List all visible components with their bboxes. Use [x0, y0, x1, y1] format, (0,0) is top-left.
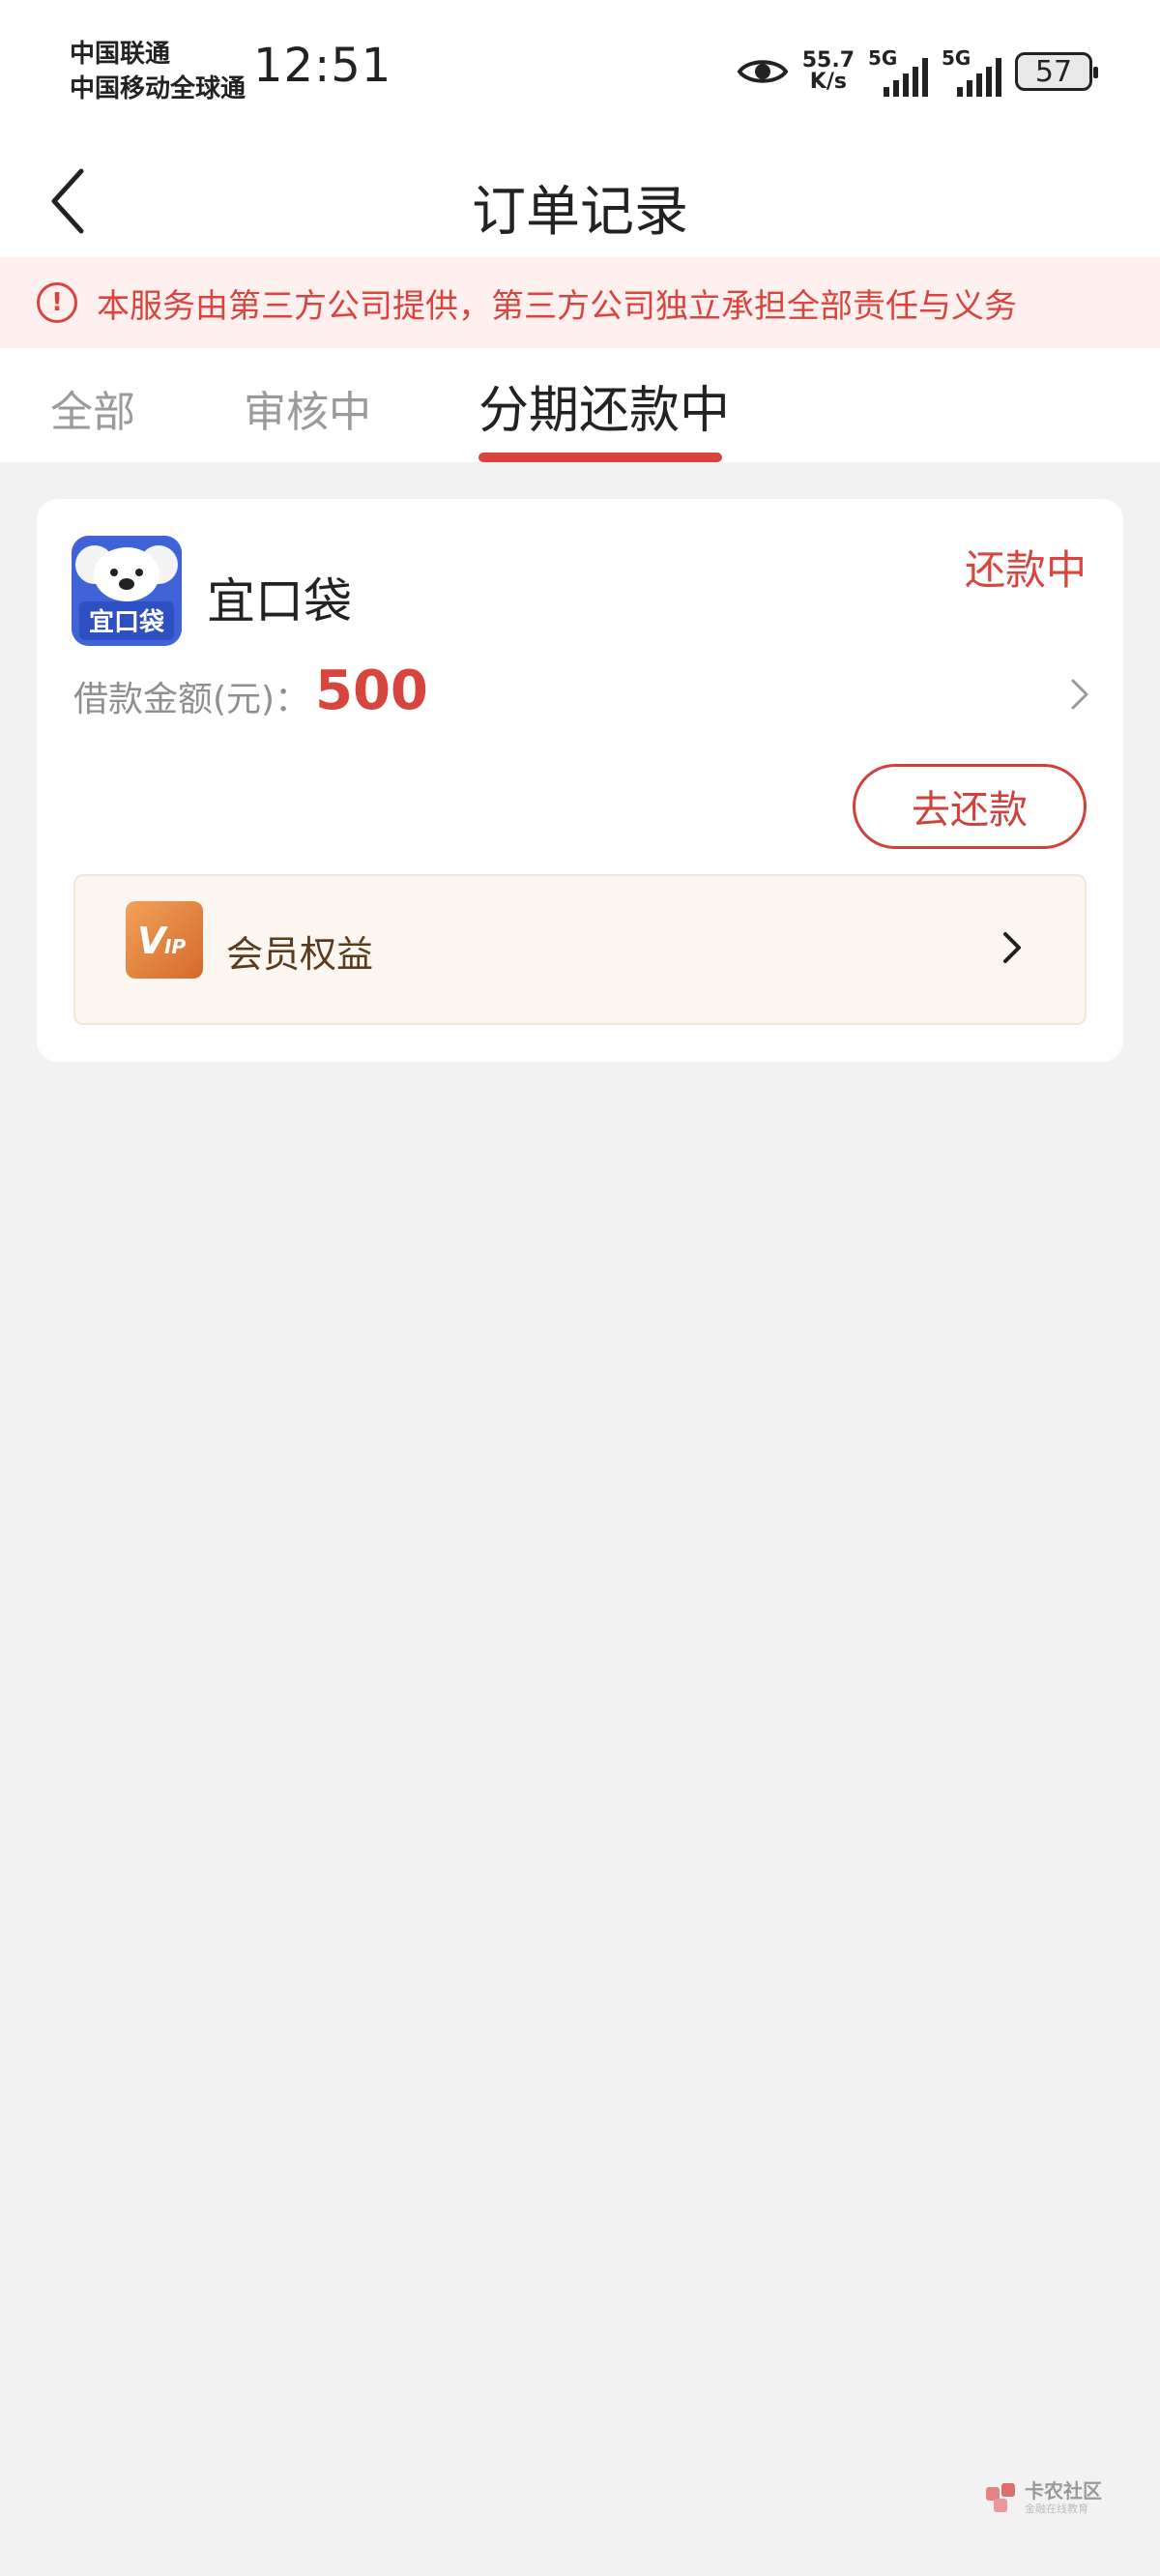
disclaimer-text: 本服务由第三方公司提供，第三方公司独立承担全部责任与义务	[97, 286, 1017, 326]
disclaimer-banner: ! 本服务由第三方公司提供，第三方公司独立承担全部责任与义务	[0, 257, 1160, 348]
watermark: 卡农社区 金融在线教育	[984, 2481, 1102, 2516]
carrier-2: 中国移动全球通	[70, 74, 246, 103]
logo-text: 宜口袋	[89, 607, 165, 637]
app-header: 订单记录	[0, 145, 1160, 257]
order-status: 还款中	[964, 546, 1087, 594]
battery-level: 57	[1034, 54, 1073, 89]
watermark-text: 卡农社区	[1025, 2479, 1102, 2503]
koala-logo-icon: 宜口袋	[72, 536, 182, 646]
page-title: 订单记录	[472, 181, 688, 244]
signal-bars-icon	[957, 58, 1001, 97]
eye-icon	[737, 60, 789, 83]
tab-under-review[interactable]: 审核中	[244, 377, 371, 439]
signal-bars-icon	[884, 58, 928, 97]
speed-unit: K/s	[809, 70, 847, 94]
network-speed: 55.7 K/s	[802, 50, 855, 93]
signal-2: 5G	[942, 46, 1001, 97]
tab-all[interactable]: 全部	[50, 377, 135, 439]
status-time: 12:51	[253, 39, 392, 93]
active-tab-indicator	[478, 453, 722, 462]
chevron-right-icon	[1003, 932, 1021, 963]
watermark-logo-icon	[986, 2483, 1015, 2512]
carrier-1: 中国联通	[70, 40, 171, 69]
svg-text:IP: IP	[164, 935, 186, 958]
watermark-subtext: 金融在线教育	[1025, 2503, 1088, 2515]
member-benefits-row[interactable]: V IP 会员权益	[73, 874, 1087, 1025]
speed-value: 55.7	[801, 48, 855, 73]
loan-amount-label: 借款金额(元)：	[73, 680, 310, 719]
battery-icon: 57	[1015, 52, 1098, 91]
repay-button[interactable]: 去还款	[853, 764, 1087, 849]
order-tabs: 全部 审核中 分期还款中	[0, 348, 1160, 462]
tab-installment-repaying[interactable]: 分期还款中	[478, 369, 730, 442]
carrier-info: 中国联通 中国移动全球通	[70, 37, 246, 106]
loan-amount-value: 500	[315, 659, 428, 722]
signal-1: 5G	[868, 46, 928, 97]
alert-icon: !	[37, 282, 77, 323]
lender-name: 宜口袋	[207, 573, 352, 629]
status-bar: 中国联通 中国移动全球通 12:51 55.7 K/s 5G 5G 57	[0, 0, 1160, 145]
status-indicators: 55.7 K/s 5G 5G 57	[737, 43, 1098, 101]
vip-icon: V IP	[126, 901, 203, 979]
chevron-right-icon[interactable]	[1065, 675, 1094, 714]
order-records-screen: 中国联通 中国移动全球通 12:51 55.7 K/s 5G 5G 57 订单记…	[0, 0, 1160, 2576]
member-benefits-label: 会员权益	[226, 933, 374, 976]
app-logo: 宜口袋	[72, 536, 182, 646]
order-card[interactable]: 宜口袋 宜口袋 还款中 借款金额(元)： 500 去还款 V IP 会员权益	[37, 499, 1123, 1062]
vip-badge-icon: V IP	[137, 920, 186, 962]
